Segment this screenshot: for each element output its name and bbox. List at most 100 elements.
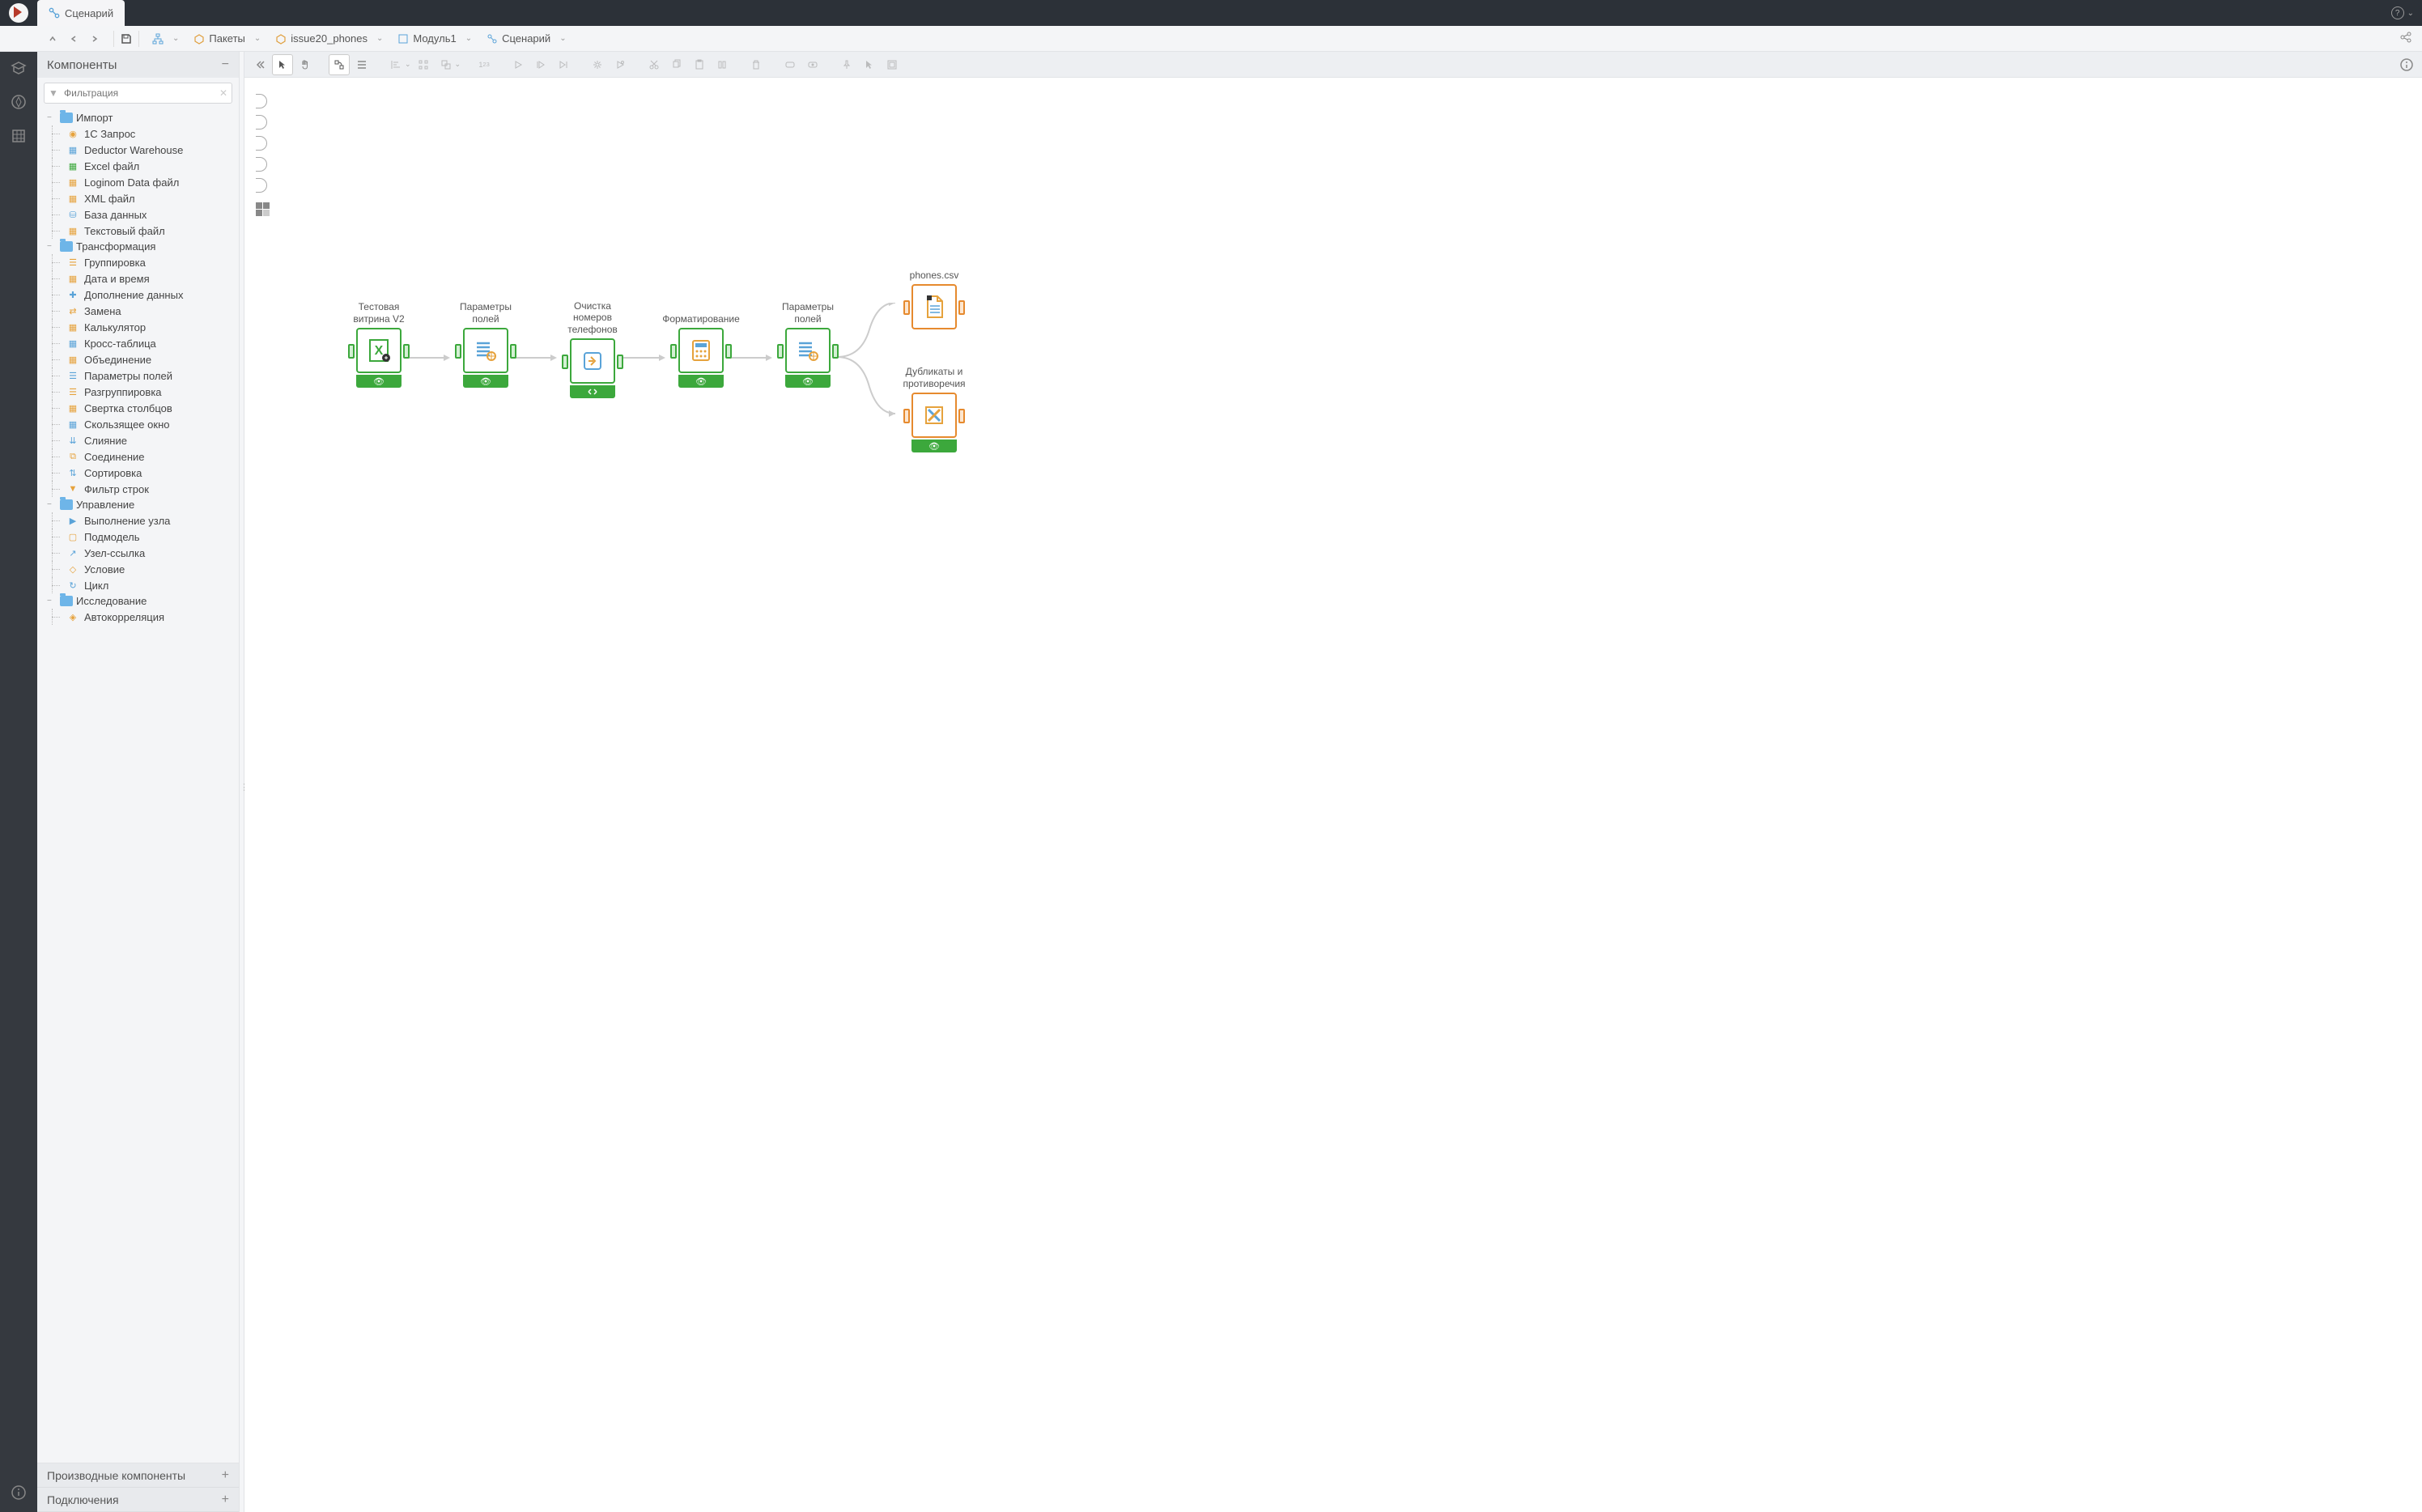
- derived-components-panel[interactable]: Производные компоненты+: [37, 1463, 239, 1488]
- tree-item[interactable]: ↻Цикл: [37, 577, 239, 593]
- folder-import[interactable]: −Импорт: [37, 110, 239, 125]
- nav-forward-button[interactable]: [86, 30, 104, 48]
- crumb-module[interactable]: Модуль1⌄: [394, 32, 480, 45]
- node-test-showcase[interactable]: Тестовая витрина V2 X 👁: [350, 300, 408, 388]
- eye-icon: 👁: [480, 376, 491, 387]
- delete-button[interactable]: [746, 54, 767, 75]
- node-formatting[interactable]: Форматирование 👁: [672, 300, 730, 388]
- tree-item[interactable]: ✚Дополнение данных: [37, 287, 239, 303]
- workflow-canvas[interactable]: Тестовая витрина V2 X 👁 Параметры полей …: [244, 78, 2422, 1512]
- tree-item[interactable]: ⇅Сортировка: [37, 465, 239, 481]
- tree-item[interactable]: ◉1С Запрос: [37, 125, 239, 142]
- info-button[interactable]: [2396, 54, 2417, 75]
- help-chevron[interactable]: ⌄: [2407, 9, 2414, 18]
- tree-item[interactable]: ▦Дата и время: [37, 270, 239, 287]
- tree-item[interactable]: ◇Условие: [37, 561, 239, 577]
- collapse-sidebar-button[interactable]: [249, 54, 270, 75]
- tree-item[interactable]: ▦Loginom Data файл: [37, 174, 239, 190]
- activity-bar: [0, 52, 37, 1512]
- tree-item[interactable]: ⛁База данных: [37, 206, 239, 223]
- tree-item[interactable]: ↗Узел-ссылка: [37, 545, 239, 561]
- activity-guide-icon[interactable]: [7, 91, 30, 113]
- save-button[interactable]: [117, 30, 135, 48]
- hand-tool-button[interactable]: [295, 54, 316, 75]
- scenario-icon: [487, 33, 498, 45]
- help-icon[interactable]: ?: [2391, 6, 2404, 19]
- settings-button[interactable]: [587, 54, 608, 75]
- app-logo[interactable]: [0, 0, 37, 26]
- tree-item[interactable]: ▦Свертка столбцов: [37, 400, 239, 416]
- cut-button[interactable]: [644, 54, 665, 75]
- tree-item[interactable]: ⧉Соединение: [37, 448, 239, 465]
- align-button[interactable]: [385, 54, 406, 75]
- crumb-root[interactable]: ⌄: [149, 33, 187, 45]
- auto-layout-button[interactable]: [329, 54, 350, 75]
- node-phones-csv[interactable]: phones.csv: [905, 270, 963, 329]
- tune-button[interactable]: [610, 54, 631, 75]
- crumb-packages[interactable]: Пакеты⌄: [190, 32, 269, 45]
- crumb-scenario[interactable]: Сценарий⌄: [483, 32, 574, 45]
- folder-transform[interactable]: −Трансформация: [37, 239, 239, 254]
- canvas-port-shapes: [256, 94, 270, 216]
- tree-icon: [152, 33, 164, 45]
- connector: [730, 357, 771, 359]
- nav-up-button[interactable]: [44, 30, 62, 48]
- tree-item[interactable]: ⇄Замена: [37, 303, 239, 319]
- nav-back-button[interactable]: [65, 30, 83, 48]
- pin-button[interactable]: [836, 54, 857, 75]
- tree-item[interactable]: ☰Группировка: [37, 254, 239, 270]
- activity-table-icon[interactable]: [7, 125, 30, 147]
- crumb-project[interactable]: issue20_phones⌄: [272, 32, 391, 45]
- node-duplicates[interactable]: Дубликаты и противоречия 👁: [905, 365, 963, 452]
- components-panel: Компоненты − ▼ ✕ −Импорт ◉1С Запрос ▦Ded…: [37, 52, 240, 1512]
- folder-control[interactable]: −Управление: [37, 497, 239, 512]
- tree-item[interactable]: ▶Выполнение узла: [37, 512, 239, 529]
- tab-scenario[interactable]: Сценарий: [37, 0, 125, 26]
- connections-panel[interactable]: Подключения+: [37, 1488, 239, 1512]
- step-button[interactable]: [530, 54, 551, 75]
- node-phone-cleanup[interactable]: Очистка номеров телефонов: [563, 300, 622, 398]
- tree-item[interactable]: ▦Скользящее окно: [37, 416, 239, 432]
- collapse-button[interactable]: −: [222, 57, 229, 72]
- tree-item[interactable]: ◈Автокорреляция: [37, 609, 239, 625]
- folder-research[interactable]: −Исследование: [37, 593, 239, 609]
- tree-item[interactable]: ▼Фильтр строк: [37, 481, 239, 497]
- paste-button[interactable]: [689, 54, 710, 75]
- canvas-toolbar: ⌄ ⌄ 123: [244, 52, 2422, 78]
- filter-icon: ▼: [49, 87, 58, 99]
- list-view-button[interactable]: [351, 54, 372, 75]
- activity-education-icon[interactable]: [7, 57, 30, 79]
- node-field-params-1[interactable]: Параметры полей 👁: [457, 300, 515, 388]
- clone-button[interactable]: [712, 54, 733, 75]
- pointer-tool-button[interactable]: [272, 54, 293, 75]
- pointer-icon-button[interactable]: [859, 54, 880, 75]
- expand-button[interactable]: [802, 54, 823, 75]
- tree-item[interactable]: ▦Калькулятор: [37, 319, 239, 335]
- tree-item[interactable]: ▦Excel файл: [37, 158, 239, 174]
- filter-input[interactable]: [44, 83, 232, 104]
- tree-item[interactable]: ☰Параметры полей: [37, 367, 239, 384]
- tree-item[interactable]: ▦Текстовый файл: [37, 223, 239, 239]
- tree-item[interactable]: ▢Подмодель: [37, 529, 239, 545]
- folder-icon: [60, 241, 73, 252]
- number-button[interactable]: 123: [474, 54, 495, 75]
- connector: [837, 357, 902, 418]
- stop-button[interactable]: [553, 54, 574, 75]
- copy-button[interactable]: [666, 54, 687, 75]
- tree-item[interactable]: ☰Разгруппировка: [37, 384, 239, 400]
- node-field-params-2[interactable]: Параметры полей 👁: [779, 300, 837, 388]
- distribute-button[interactable]: [413, 54, 434, 75]
- tree-item[interactable]: ▦Deductor Warehouse: [37, 142, 239, 158]
- tree-item[interactable]: ▦Объединение: [37, 351, 239, 367]
- group-button[interactable]: [436, 54, 457, 75]
- tree-item[interactable]: ▦XML файл: [37, 190, 239, 206]
- tree-item[interactable]: ▦Кросс-таблица: [37, 335, 239, 351]
- frame-button[interactable]: [882, 54, 903, 75]
- activity-info-icon[interactable]: [7, 1481, 30, 1504]
- tree-item[interactable]: ⇊Слияние: [37, 432, 239, 448]
- package-icon: [193, 33, 205, 45]
- collapse-button[interactable]: [780, 54, 801, 75]
- filter-clear-icon[interactable]: ✕: [219, 87, 227, 99]
- run-button[interactable]: [508, 54, 529, 75]
- share-button[interactable]: [2390, 31, 2422, 46]
